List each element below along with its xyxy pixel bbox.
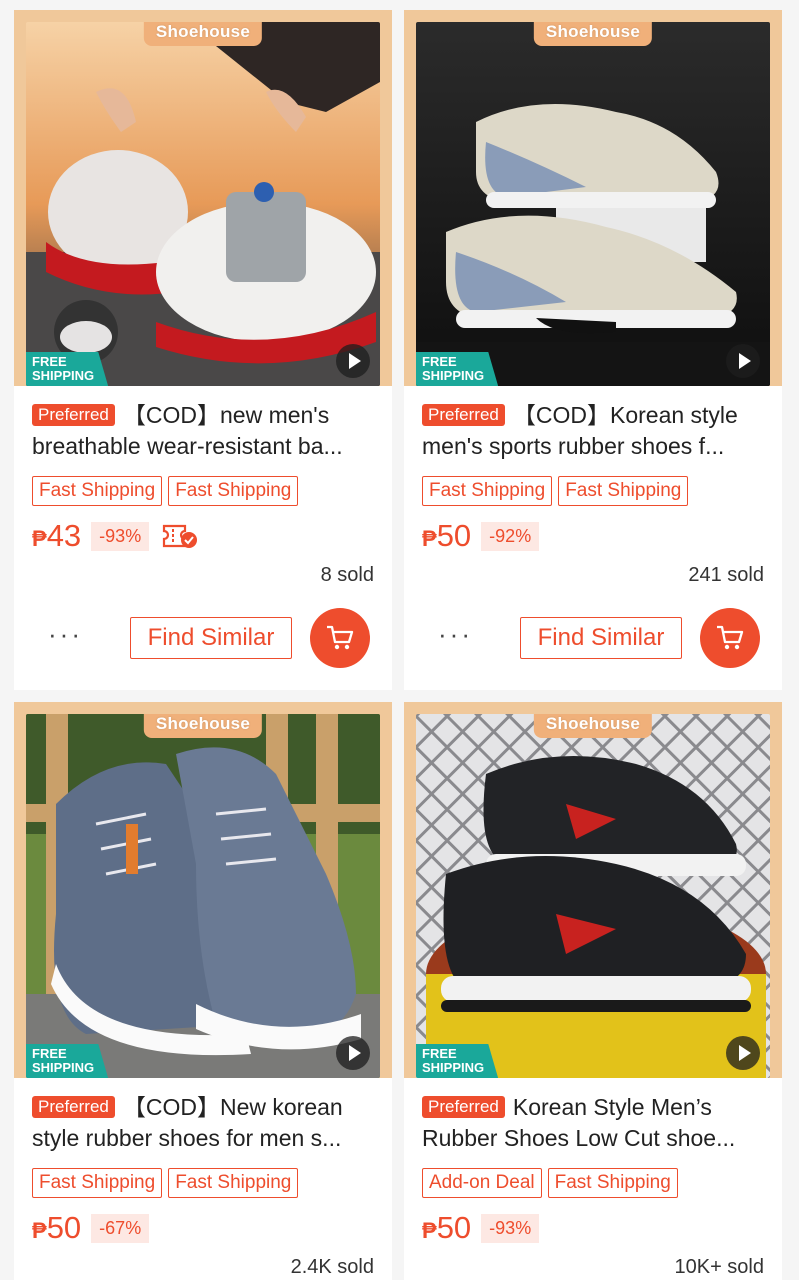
play-icon[interactable] [336,1036,370,1070]
add-to-cart-button[interactable] [700,608,760,668]
action-row: ··· Find Similar [14,606,392,678]
price-value: 50 [46,1210,82,1245]
cart-icon [327,625,354,650]
product-image[interactable]: Shoehouse FREE SHIPPING [26,22,380,386]
free-shipping-badge: FREE SHIPPING [416,352,499,386]
product-photo [26,714,380,1078]
free-shipping-line2: SHIPPING [422,1060,485,1075]
add-to-cart-button[interactable] [310,608,370,668]
free-shipping-line1: FREE [422,354,457,369]
price: ₱50 [32,1210,81,1246]
free-shipping-line1: FREE [32,1046,67,1061]
product-image[interactable]: Shoehouse FREE SHIPPING [26,714,380,1078]
shop-tag: Shoehouse [533,714,653,738]
badge-row: Fast Shipping Fast Shipping [422,476,768,510]
cart-icon [717,625,744,650]
badge-row: Fast Shipping Fast Shipping [32,1168,378,1202]
product-photo [416,714,770,1078]
price-row: ₱50 -67% [32,1210,378,1246]
discount-badge: -93% [91,521,150,551]
price-row: ₱43 -93% [32,518,378,554]
price: ₱50 [422,518,471,554]
free-shipping-badge: FREE SHIPPING [26,1044,109,1078]
play-icon[interactable] [726,1036,760,1070]
price: ₱50 [422,1210,471,1246]
add-on-deal-badge: Add-on Deal [422,1168,542,1198]
preferred-badge: Preferred [32,1096,115,1118]
product-image-frame[interactable]: Shoehouse FREE SHIPPING [14,10,392,386]
free-shipping-line2: SHIPPING [32,368,95,383]
price-value: 50 [436,1210,472,1245]
free-shipping-line1: FREE [32,354,67,369]
preferred-badge: Preferred [422,404,505,426]
free-shipping-badge: FREE SHIPPING [26,352,109,386]
product-card[interactable]: Shoehouse FREE SHIPPING Preferred 【COD】Ko… [404,10,782,690]
price-row: ₱50 -93% [422,1210,768,1246]
more-options-icon[interactable]: ··· [48,621,83,647]
free-shipping-line1: FREE [422,1046,457,1061]
free-shipping-badge: FREE SHIPPING [416,1044,499,1078]
product-photo [416,22,770,386]
currency-symbol: ₱ [32,1218,47,1243]
product-image-frame[interactable]: Shoehouse FREE SHIPPING [404,10,782,386]
shipping-badge: Fast Shipping [547,1168,678,1198]
free-shipping-line2: SHIPPING [422,368,485,383]
shipping-badge: Fast Shipping [558,476,689,506]
sold-count: 241 sold [688,564,764,586]
preferred-badge: Preferred [422,1096,505,1118]
preferred-badge: Preferred [32,404,115,426]
shipping-badge: Fast Shipping [168,476,299,506]
play-icon[interactable] [726,344,760,378]
sold-count: 8 sold [320,564,374,586]
discount-badge: -93% [481,1213,540,1243]
shop-tag: Shoehouse [533,22,653,46]
currency-symbol: ₱ [422,1218,437,1243]
sold-count: 10K+ sold [674,1256,764,1278]
free-shipping-line2: SHIPPING [32,1060,95,1075]
product-card[interactable]: Shoehouse FREE SHIPPING Preferred 【COD】ne… [14,10,392,690]
find-similar-button[interactable]: Find Similar [130,617,292,659]
product-title[interactable]: Preferred Korean Style Men’s Rubber Shoes… [422,1092,768,1154]
voucher-icon [161,521,199,551]
product-card[interactable]: Shoehouse FREE SHIPPING Preferred Korean … [404,702,782,1280]
currency-symbol: ₱ [422,526,437,551]
product-info: Preferred 【COD】New korean style rubber sh… [14,1092,392,1279]
find-similar-button[interactable]: Find Similar [520,617,682,659]
shipping-badge: Fast Shipping [168,1168,299,1198]
product-card[interactable]: Shoehouse FREE SHIPPING Preferred 【COD】Ne… [14,702,392,1280]
product-info: Preferred 【COD】new men's breathable wear-… [14,400,392,587]
shop-tag: Shoehouse [143,22,263,46]
product-title[interactable]: Preferred 【COD】new men's breathable wear-… [32,400,378,462]
shipping-badge: Fast Shipping [32,476,163,506]
discount-badge: -67% [91,1213,150,1243]
price-row: ₱50 -92% [422,518,768,554]
product-image-frame[interactable]: Shoehouse FREE SHIPPING [404,702,782,1078]
product-image[interactable]: Shoehouse FREE SHIPPING [416,22,770,386]
price-value: 50 [436,518,472,553]
price: ₱43 [32,518,81,554]
play-icon[interactable] [336,344,370,378]
product-photo [26,22,380,386]
product-title[interactable]: Preferred 【COD】Korean style men's sports … [422,400,768,462]
badge-row: Add-on Deal Fast Shipping [422,1168,768,1202]
badge-row: Fast Shipping Fast Shipping [32,476,378,510]
price-value: 43 [46,518,82,553]
product-info: Preferred Korean Style Men’s Rubber Shoes… [404,1092,782,1279]
currency-symbol: ₱ [32,526,47,551]
shop-tag: Shoehouse [143,714,263,738]
product-image[interactable]: Shoehouse FREE SHIPPING [416,714,770,1078]
more-options-icon[interactable]: ··· [438,621,473,647]
shipping-badge: Fast Shipping [32,1168,163,1198]
product-info: Preferred 【COD】Korean style men's sports … [404,400,782,587]
discount-badge: -92% [481,521,540,551]
sold-count: 2.4K sold [290,1256,374,1278]
action-row: ··· Find Similar [404,606,782,678]
product-title[interactable]: Preferred 【COD】New korean style rubber sh… [32,1092,378,1154]
product-grid: Shoehouse FREE SHIPPING Preferred 【COD】ne… [0,0,799,1280]
shipping-badge: Fast Shipping [422,476,553,506]
product-image-frame[interactable]: Shoehouse FREE SHIPPING [14,702,392,1078]
